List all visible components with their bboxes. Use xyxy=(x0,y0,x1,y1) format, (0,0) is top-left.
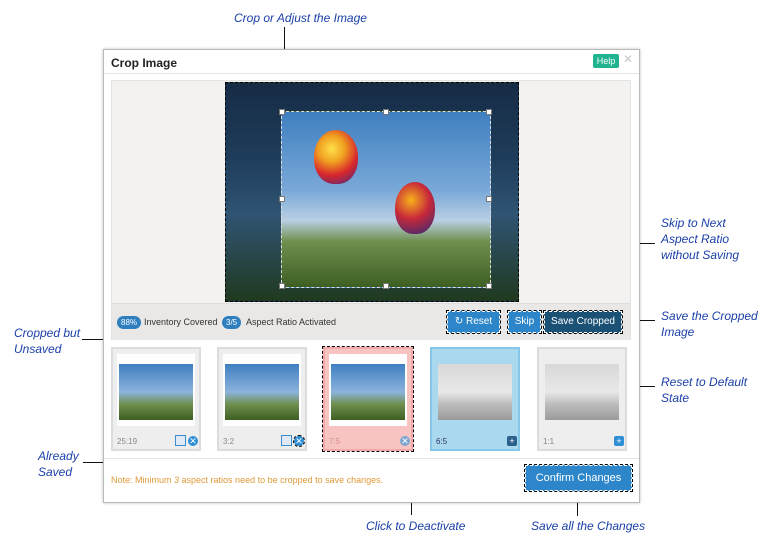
annotation-reset-default: Reset to Default State xyxy=(661,374,747,406)
annotation-line-text: Cropped but xyxy=(14,326,81,340)
saved-icon xyxy=(281,435,292,446)
aspect-thumbnail[interactable]: 25:19 ✕ xyxy=(111,347,201,451)
annotation-line-text: Unsaved xyxy=(14,342,62,356)
crop-handle[interactable] xyxy=(383,109,389,115)
aspect-ratio-label: 6:5 xyxy=(436,437,448,446)
help-button[interactable]: Help xyxy=(593,54,619,68)
deactivate-icon[interactable]: ✕ xyxy=(400,436,410,446)
crop-handle[interactable] xyxy=(486,196,492,202)
save-cropped-button[interactable]: Save Cropped xyxy=(543,310,623,334)
crop-editor: 88% Inventory Covered 3/5 Aspect Ratio A… xyxy=(111,80,631,340)
aspect-badge: 3/5 xyxy=(222,316,242,329)
balloon-image xyxy=(314,130,358,184)
annotation-already-saved: Already Saved xyxy=(38,448,79,480)
reset-button[interactable]: ↻ Reset xyxy=(446,310,501,334)
annotation-line-text: State xyxy=(661,391,690,405)
note-text: aspect ratios need to be cropped to save… xyxy=(179,475,384,485)
aspect-label: Aspect Ratio Activated xyxy=(246,317,337,327)
annotation-line-text: Aspect Ratio xyxy=(661,232,730,246)
aspect-thumbnail-inactive[interactable]: 1:1 + xyxy=(537,347,627,451)
annotation-click-deactivate: Click to Deactivate xyxy=(366,519,466,533)
crop-handle[interactable] xyxy=(486,283,492,289)
annotation-line-text: Reset to Default xyxy=(661,375,748,389)
close-icon[interactable]: ✕ xyxy=(623,52,633,66)
add-icon[interactable]: + xyxy=(507,436,517,446)
crop-image-dialog: Crop Image Help ✕ 88% Inventory Covered … xyxy=(103,49,640,503)
annotation-line-text: Save the Cropped xyxy=(661,309,758,323)
aspect-ratio-label: 25:19 xyxy=(117,437,138,446)
aspect-thumbnail-unsaved[interactable]: 7:5 ✕ xyxy=(322,346,414,452)
aspect-ratio-label: 3:2 xyxy=(223,437,235,446)
aspect-thumbnail[interactable]: 3:2 ✕ xyxy=(217,347,307,451)
crop-handle[interactable] xyxy=(279,283,285,289)
annotation-cropped-unsaved: Cropped but Unsaved xyxy=(14,325,80,357)
aspect-ratio-label: 7:5 xyxy=(329,437,341,446)
annotation-line-text: Already xyxy=(38,449,79,463)
annotation-line-text: without Saving xyxy=(661,248,740,262)
annotation-skip-next: Skip to Next Aspect Ratio without Saving xyxy=(661,215,739,263)
footer-note: Note: Minimum 3 aspect ratios need to be… xyxy=(111,475,383,485)
dialog-title: Crop Image xyxy=(111,56,178,70)
status-bar: 88% Inventory Covered 3/5 Aspect Ratio A… xyxy=(112,303,630,340)
reset-label: Reset xyxy=(466,316,493,327)
annotation-save-all: Save all the Changes xyxy=(531,519,646,533)
thumbnail-image xyxy=(438,364,512,420)
aspect-thumbnail-inactive[interactable]: 6:5 + xyxy=(430,347,520,451)
thumbnail-image xyxy=(331,364,405,420)
crop-handle[interactable] xyxy=(486,109,492,115)
inventory-label: Inventory Covered xyxy=(144,317,218,327)
annotation-save-cropped: Save the Cropped Image xyxy=(661,308,758,340)
confirm-changes-button[interactable]: Confirm Changes xyxy=(524,464,633,492)
annotation-line-text: Saved xyxy=(38,465,73,479)
source-image[interactable] xyxy=(225,82,519,302)
crop-handle[interactable] xyxy=(383,283,389,289)
annotation-crop-adjust: Crop or Adjust the Image xyxy=(234,11,367,25)
balloon-image xyxy=(395,182,435,234)
deactivate-icon[interactable]: ✕ xyxy=(188,436,198,446)
inventory-badge: 88% xyxy=(117,316,142,329)
crop-handle[interactable] xyxy=(279,109,285,115)
annotation-line-text: Image xyxy=(661,325,695,339)
add-icon[interactable]: + xyxy=(614,436,624,446)
skip-button[interactable]: Skip xyxy=(507,310,542,334)
aspect-ratio-label: 1:1 xyxy=(543,437,555,446)
divider xyxy=(104,458,639,459)
annotation-line-text: Skip to Next xyxy=(661,216,726,230)
note-text: Note: Minimum xyxy=(111,475,175,485)
crop-handle[interactable] xyxy=(279,196,285,202)
crop-selection[interactable] xyxy=(279,109,492,289)
deactivate-icon[interactable]: ✕ xyxy=(293,435,305,447)
thumbnail-image xyxy=(545,364,619,420)
thumbnail-image xyxy=(119,364,193,420)
thumbnail-image xyxy=(225,364,299,420)
saved-icon xyxy=(175,435,186,446)
refresh-icon: ↻ xyxy=(454,316,464,327)
divider xyxy=(104,73,639,74)
